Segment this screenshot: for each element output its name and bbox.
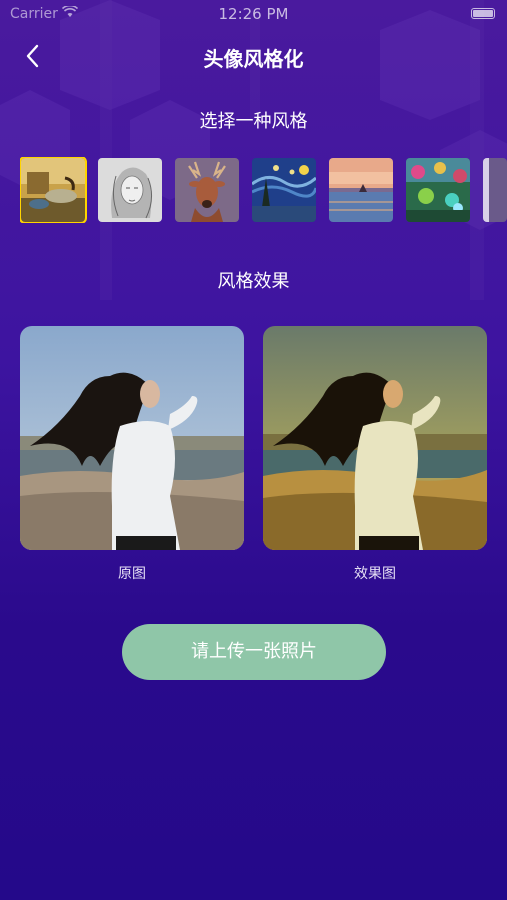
surreal-clock-painting-thumb	[21, 158, 85, 222]
fantasy-garden-thumb	[406, 158, 470, 222]
navigation-bar: 头像风格化	[0, 34, 507, 78]
deer-painting-thumb	[175, 158, 239, 222]
style-option-deer[interactable]	[175, 158, 239, 222]
style-option-starry-night[interactable]	[252, 158, 316, 222]
partial-style-thumb	[483, 158, 507, 222]
style-option-sketch[interactable]	[98, 158, 162, 222]
original-photo-image	[20, 326, 244, 550]
style-option-fantasy[interactable]	[406, 158, 470, 222]
starry-night-thumb	[252, 158, 316, 222]
style-picker-row[interactable]	[20, 157, 507, 223]
style-picker-heading: 选择一种风格	[199, 111, 308, 132]
page-title: 头像风格化	[203, 47, 304, 71]
style-option-sunset[interactable]	[329, 158, 393, 222]
pencil-sketch-portrait-thumb	[98, 158, 162, 222]
original-caption: 原图	[118, 566, 146, 582]
effect-caption: 效果图	[354, 566, 396, 582]
status-time: 12:26 PM	[218, 5, 289, 23]
style-option-surreal[interactable]	[20, 157, 87, 223]
effect-photo-image	[263, 326, 487, 550]
style-option-more[interactable]	[483, 158, 507, 222]
original-photo	[20, 326, 244, 550]
result-heading: 风格效果	[217, 271, 290, 292]
upload-photo-button[interactable]: 请上传一张照片	[122, 624, 386, 680]
effect-photo	[263, 326, 487, 550]
sunset-seascape-thumb	[329, 158, 393, 222]
status-bar: Carrier 12:26 PM	[0, 0, 507, 28]
battery-icon	[471, 8, 495, 19]
